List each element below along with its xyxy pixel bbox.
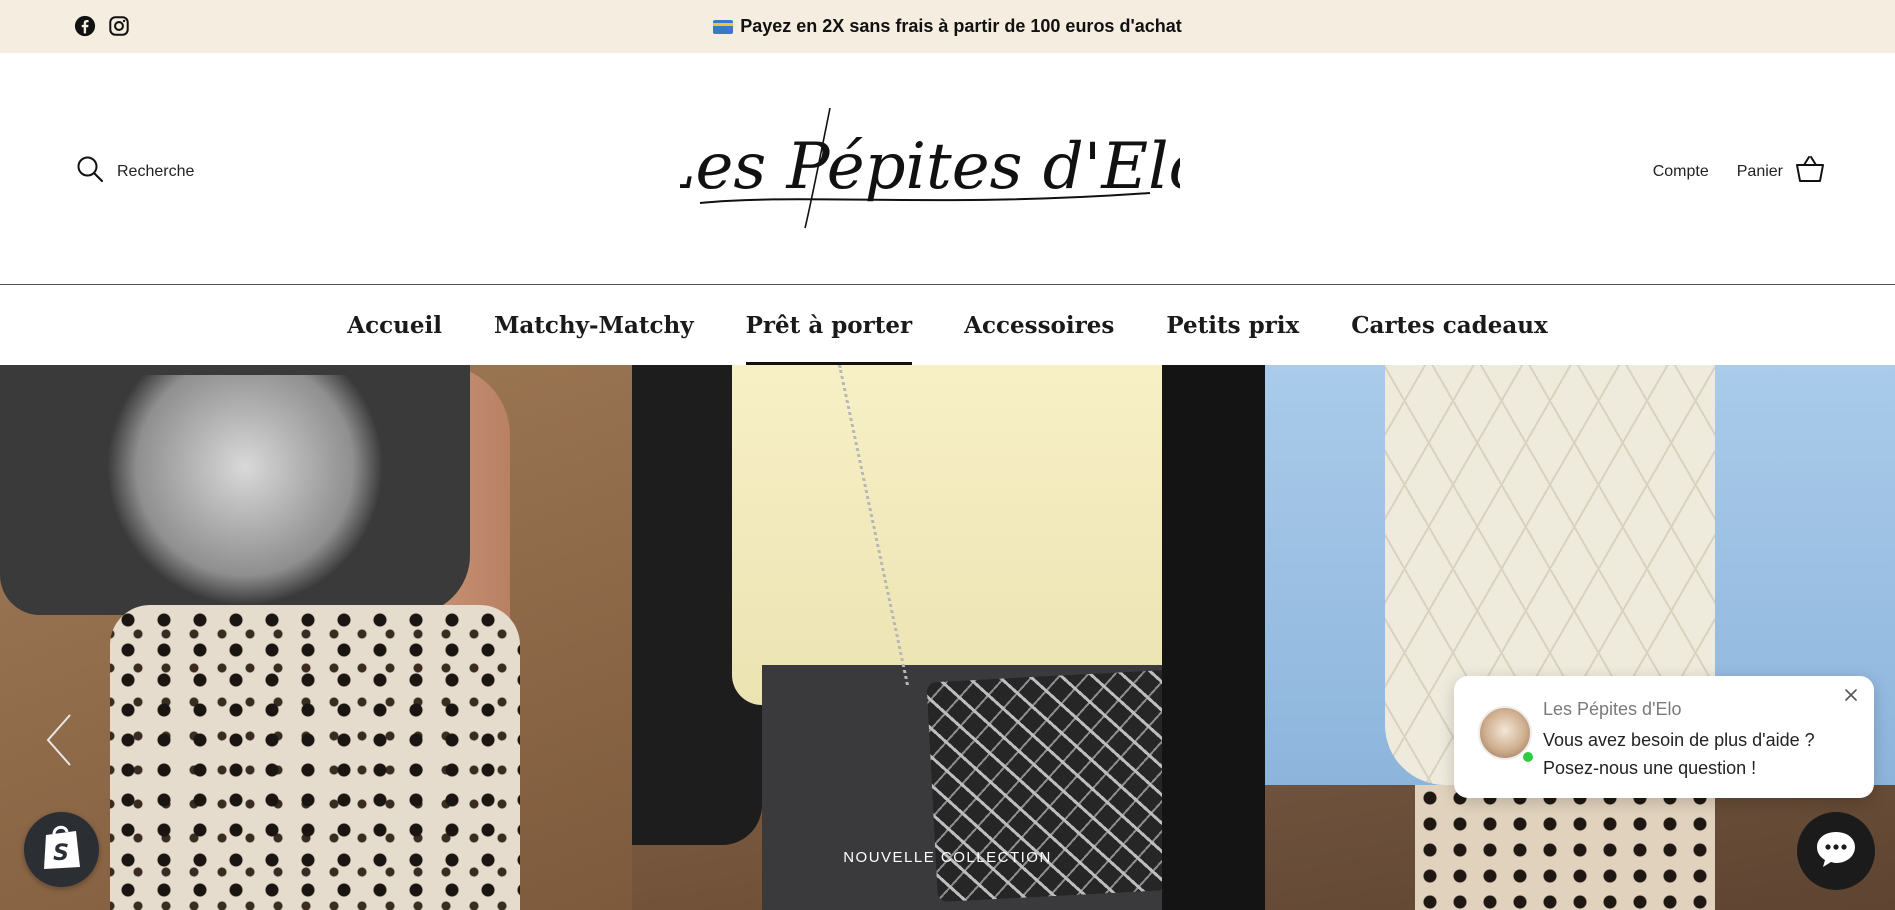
chat-sender-name: Les Pépites d'Elo <box>1543 699 1682 719</box>
hero-image-left <box>0 365 632 910</box>
announcement-bar: Payez en 2X sans frais à partir de 100 e… <box>0 0 1895 53</box>
shopify-bag-icon: S <box>40 823 84 876</box>
credit-card-icon <box>713 19 734 34</box>
hero-image-right <box>1265 365 1895 910</box>
main-navigation: Accueil Matchy-Matchy Prêt à porter Acce… <box>0 286 1895 365</box>
search-icon <box>76 155 104 188</box>
online-status-dot <box>1521 750 1535 764</box>
nav-item-pret-a-porter[interactable]: Prêt à porter <box>745 286 912 365</box>
chevron-left-icon <box>40 714 80 774</box>
basket-icon <box>1795 155 1825 188</box>
announcement[interactable]: Payez en 2X sans frais à partir de 100 e… <box>0 0 1895 53</box>
shopify-badge-button[interactable]: S <box>24 812 99 887</box>
nav-item-matchy-matchy[interactable]: Matchy-Matchy <box>494 286 694 365</box>
chat-prompt-card[interactable]: Les Pépites d'Elo Vous avez besoin de pl… <box>1454 676 1874 798</box>
chat-bubble-icon <box>1814 829 1858 874</box>
search-label: Recherche <box>117 162 195 180</box>
svg-text:S: S <box>53 841 69 866</box>
chat-launcher-button[interactable] <box>1797 812 1875 890</box>
slideshow-prev-button[interactable] <box>40 710 80 770</box>
hero-slideshow[interactable]: NOUVELLE COLLECTION <box>0 365 1895 910</box>
logo-text: Les Pépites d'Elo <box>680 130 1180 204</box>
chat-message: Vous avez besoin de plus d'aide ? Posez-… <box>1543 730 1815 778</box>
hero-caption: NOUVELLE COLLECTION <box>843 849 1052 866</box>
announcement-text: Payez en 2X sans frais à partir de 100 e… <box>740 16 1182 36</box>
nav-item-accessoires[interactable]: Accessoires <box>964 286 1114 365</box>
nav-item-cartes-cadeaux[interactable]: Cartes cadeaux <box>1351 286 1548 365</box>
site-header: Recherche Les Pépites d'Elo Compte Panie… <box>0 53 1895 285</box>
cart-button[interactable]: Panier <box>1737 155 1825 188</box>
close-icon <box>1840 689 1862 710</box>
cart-label: Panier <box>1736 162 1783 180</box>
nav-item-petits-prix[interactable]: Petits prix <box>1166 286 1299 365</box>
site-logo[interactable]: Les Pépites d'Elo <box>652 98 1207 233</box>
nav-item-accueil[interactable]: Accueil <box>347 286 442 365</box>
account-link[interactable]: Compte <box>1653 163 1709 181</box>
hero-image-center <box>632 365 1265 910</box>
header-actions: Compte Panier <box>1653 155 1825 188</box>
search-button[interactable]: Recherche <box>76 155 194 188</box>
close-chat-button[interactable] <box>1840 684 1862 706</box>
